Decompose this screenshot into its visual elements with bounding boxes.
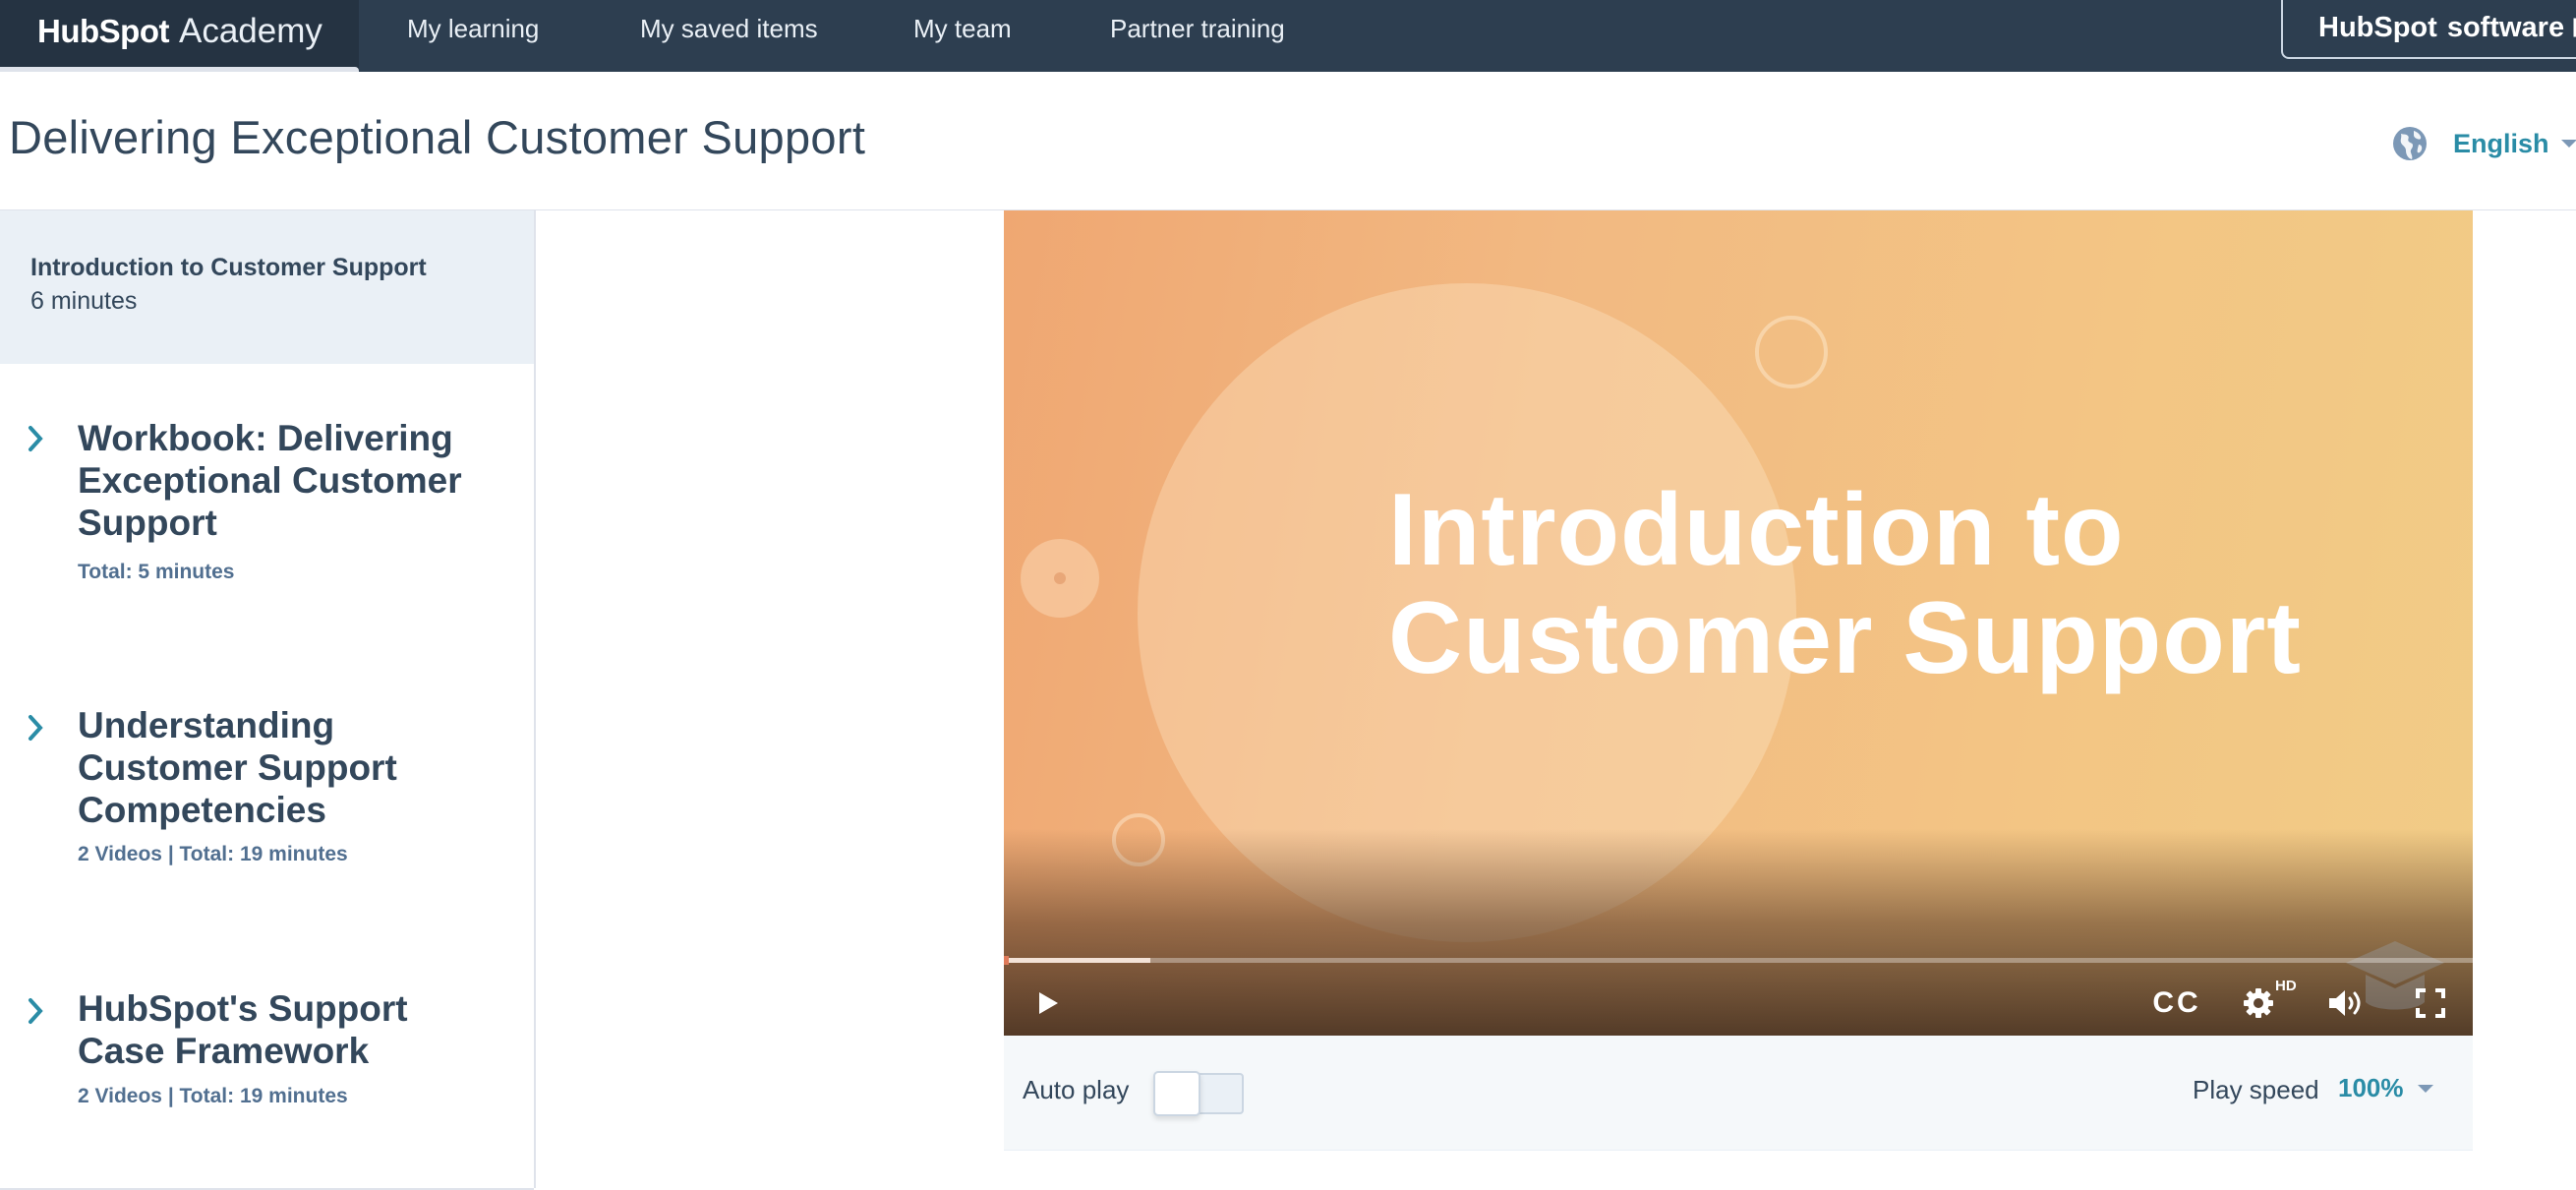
sidebar-item-competencies[interactable]: Understanding Customer Support Competenc… [0, 669, 534, 954]
volume-icon [2329, 990, 2361, 1016]
volume-button[interactable] [2326, 983, 2370, 1023]
lesson-sidebar: Introduction to Customer Support 6 minut… [0, 210, 536, 1190]
top-nav: HubSpot Academy My learning My saved ite… [0, 0, 2576, 72]
play-button[interactable] [1033, 983, 1063, 1023]
lesson-duration: 6 minutes [30, 287, 138, 315]
caret-down-icon [2417, 1084, 2433, 1093]
video-player[interactable]: Introduction to Customer Support CC HD [1004, 210, 2473, 1036]
lesson-title: Introduction to Customer Support [30, 254, 427, 281]
play-speed-value: 100% [2338, 1073, 2404, 1102]
progress-bar[interactable] [1004, 956, 2473, 965]
fullscreen-icon [2416, 988, 2445, 1018]
nav-my-team[interactable]: My team [913, 14, 1012, 44]
logo-brand: HubSpot [37, 13, 169, 49]
nav-my-saved-items[interactable]: My saved items [640, 14, 818, 44]
hd-badge: HD [2275, 978, 2297, 994]
hubspot-software-button[interactable]: HubSpot software [2281, 0, 2576, 59]
nav-partner-training[interactable]: Partner training [1110, 14, 1285, 44]
play-icon [1039, 992, 1058, 1014]
section-title: Understanding Customer Support Competenc… [78, 705, 397, 830]
video-title-line-2: Customer Support [1388, 581, 2302, 695]
sidebar-item-active[interactable]: Introduction to Customer Support 6 minut… [0, 210, 534, 365]
autoplay-toggle[interactable] [1153, 1071, 1244, 1116]
captions-button[interactable]: CC [2152, 983, 2201, 1023]
language-label: English [2453, 128, 2549, 158]
section-meta: 2 Videos | Total: 19 minutes [78, 843, 348, 865]
played-bar [1004, 956, 1010, 965]
section-meta: Total: 5 minutes [78, 561, 235, 583]
play-speed-dropdown[interactable]: 100% [2338, 1073, 2433, 1103]
chevron-right-icon [29, 715, 43, 741]
play-speed-label: Play speed [2193, 1075, 2319, 1104]
section-title: HubSpot's Support Case Framework [78, 988, 408, 1071]
active-indicator [0, 67, 359, 72]
software-brand: HubSpot [2318, 11, 2437, 43]
external-link-icon [2573, 18, 2576, 37]
software-label: software [2446, 11, 2565, 43]
language-selector[interactable]: English [2392, 124, 2576, 163]
sidebar-item-workbook[interactable]: Workbook: Delivering Exceptional Custome… [0, 364, 534, 671]
fullscreen-button[interactable] [2413, 983, 2448, 1023]
settings-button[interactable] [2239, 983, 2278, 1023]
gear-icon [2244, 988, 2273, 1018]
logo-home-link[interactable]: HubSpot Academy [0, 0, 359, 72]
sidebar-item-case-framework[interactable]: HubSpot's Support Case Framework 2 Video… [0, 952, 534, 1190]
logo-product: Academy [178, 12, 322, 50]
nav-my-learning[interactable]: My learning [407, 14, 539, 44]
toggle-knob [1153, 1071, 1200, 1116]
video-title-card: Introduction to Customer Support [1388, 476, 2302, 692]
autoplay-label: Auto play [1023, 1075, 1130, 1104]
hubspot-academy-logo: HubSpot Academy [37, 12, 322, 51]
section-title: Workbook: Delivering Exceptional Custome… [78, 418, 462, 543]
decorative-dot-circle [1021, 539, 1099, 618]
buffered-bar [1004, 958, 1151, 963]
page-title: Delivering Exceptional Customer Support [9, 111, 866, 163]
chevron-right-icon [29, 998, 43, 1024]
caret-down-icon [2560, 140, 2576, 148]
decorative-ring [1755, 316, 1828, 388]
globe-icon [2393, 127, 2427, 160]
section-meta: 2 Videos | Total: 19 minutes [78, 1085, 348, 1107]
video-title-line-1: Introduction to [1388, 473, 2125, 587]
player-options-bar: Auto play Play speed 100% [1004, 1036, 2473, 1151]
chevron-right-icon [29, 426, 43, 451]
